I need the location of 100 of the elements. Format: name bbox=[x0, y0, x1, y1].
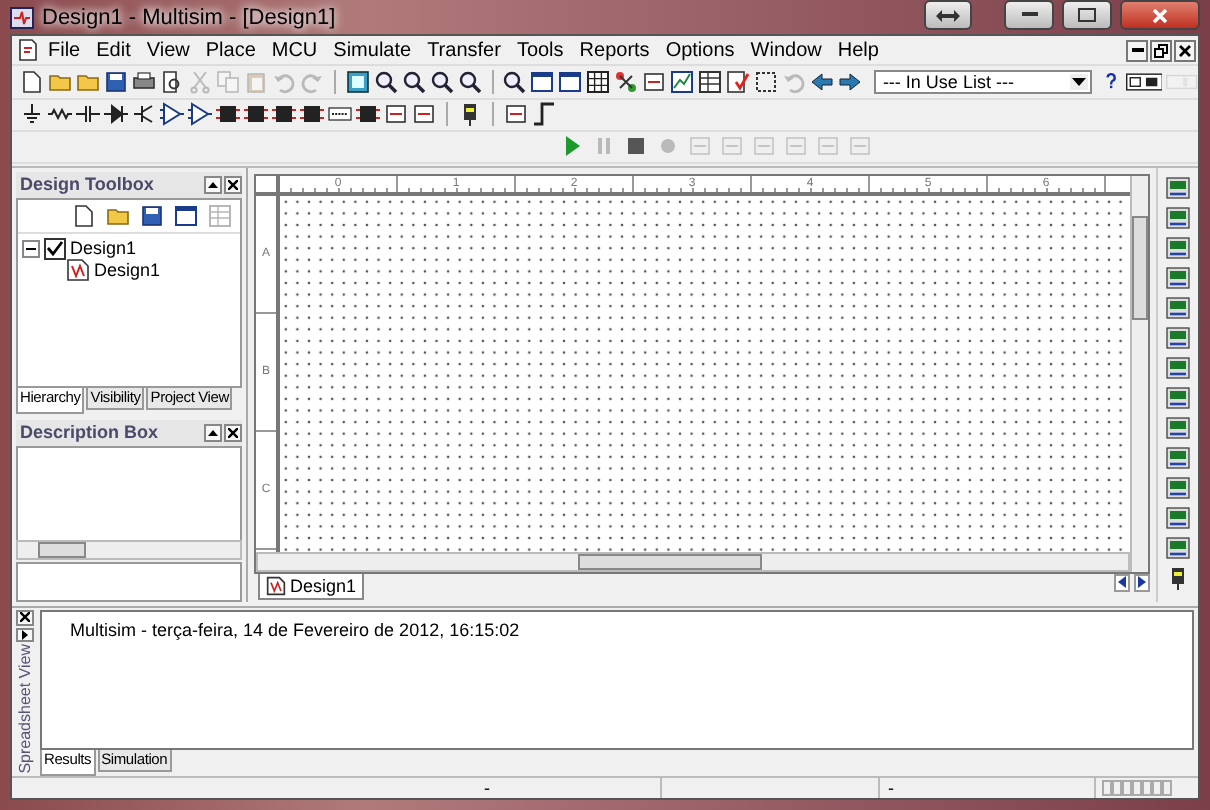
window-icon[interactable] bbox=[530, 69, 555, 94]
instrument-icon[interactable] bbox=[1166, 205, 1190, 230]
transistor-icon[interactable] bbox=[132, 102, 156, 127]
instrument-icon[interactable] bbox=[1166, 355, 1190, 380]
description-field[interactable] bbox=[16, 561, 242, 602]
close-button[interactable] bbox=[1120, 0, 1200, 30]
save-icon[interactable] bbox=[140, 203, 164, 228]
stop-icon[interactable] bbox=[623, 134, 647, 159]
maximize-button[interactable] bbox=[1062, 0, 1112, 30]
panel-title: Design Toolbox bbox=[20, 174, 154, 195]
fullscreen-icon[interactable] bbox=[345, 69, 370, 94]
instrument-icon[interactable] bbox=[1166, 475, 1190, 500]
grid-icon[interactable] bbox=[586, 69, 611, 94]
menu-item[interactable]: Place bbox=[197, 39, 264, 62]
instrument-icon[interactable] bbox=[1166, 175, 1190, 200]
chip-icon[interactable] bbox=[300, 102, 324, 127]
amplifier-icon[interactable] bbox=[188, 102, 212, 127]
amplifier-icon[interactable] bbox=[160, 102, 184, 127]
chip-icon[interactable] bbox=[272, 102, 296, 127]
table-icon[interactable] bbox=[698, 69, 723, 94]
instrument-icon[interactable] bbox=[1166, 325, 1190, 350]
magnifier-icon[interactable] bbox=[457, 69, 482, 94]
caret-icon bbox=[208, 429, 218, 436]
instrument-icon[interactable] bbox=[1166, 535, 1190, 560]
chip-icon[interactable] bbox=[244, 102, 268, 127]
component-icon[interactable] bbox=[384, 102, 408, 127]
probe-icon[interactable] bbox=[1166, 565, 1190, 590]
instrument-icon[interactable] bbox=[1166, 445, 1190, 470]
tree-item[interactable]: Design1 bbox=[94, 260, 161, 281]
menu-item[interactable]: MCU bbox=[263, 39, 326, 62]
tab[interactable]: Design1 bbox=[258, 573, 365, 600]
preview-icon[interactable] bbox=[160, 69, 184, 94]
menu-item[interactable]: Window bbox=[742, 39, 830, 62]
menu-item[interactable]: Tools bbox=[508, 39, 572, 62]
back-arrow-icon[interactable] bbox=[810, 69, 835, 94]
instrument-icon[interactable] bbox=[1166, 265, 1190, 290]
instrument-icon[interactable] bbox=[1166, 235, 1190, 260]
check-icon[interactable] bbox=[726, 69, 751, 94]
component-icon[interactable] bbox=[504, 102, 528, 127]
status-text: - bbox=[484, 777, 490, 798]
document-icon[interactable] bbox=[72, 203, 96, 228]
menu-item[interactable]: Edit bbox=[88, 39, 139, 62]
magnifier-icon[interactable] bbox=[502, 69, 527, 94]
menu-item[interactable]: Reports bbox=[571, 39, 658, 62]
close-button[interactable] bbox=[15, 609, 33, 626]
minimize-button[interactable] bbox=[1126, 39, 1148, 62]
pin-button[interactable] bbox=[15, 627, 33, 643]
menu-item[interactable]: View bbox=[138, 39, 198, 62]
checkbox[interactable] bbox=[44, 237, 66, 260]
document-icon[interactable] bbox=[16, 38, 40, 63]
component-icon[interactable] bbox=[642, 69, 667, 94]
save-icon[interactable] bbox=[104, 69, 128, 94]
folder-icon[interactable] bbox=[48, 69, 72, 94]
probe-icon[interactable] bbox=[458, 102, 482, 127]
close-button[interactable] bbox=[224, 175, 242, 194]
forward-arrow-icon[interactable] bbox=[838, 69, 863, 94]
close-button[interactable] bbox=[224, 423, 242, 442]
resize-button[interactable] bbox=[924, 0, 972, 30]
window-icon[interactable] bbox=[558, 69, 583, 94]
magnifier-icon[interactable] bbox=[429, 69, 454, 94]
component-icon[interactable] bbox=[412, 102, 436, 127]
capacitor-icon[interactable] bbox=[76, 102, 100, 127]
step-icon[interactable] bbox=[532, 102, 556, 127]
ground-icon[interactable] bbox=[20, 102, 44, 127]
menu-item[interactable]: Simulate bbox=[325, 39, 420, 62]
chip-icon[interactable] bbox=[356, 102, 380, 127]
tree-item[interactable]: Design1 bbox=[70, 238, 137, 259]
app-icon bbox=[10, 5, 34, 29]
menu-item[interactable]: Transfer bbox=[419, 39, 509, 62]
instrument-icon[interactable] bbox=[1166, 385, 1190, 410]
graph-icon[interactable] bbox=[670, 69, 695, 94]
document-icon[interactable] bbox=[20, 69, 44, 94]
breadboard-icon[interactable] bbox=[1125, 69, 1163, 94]
vertical-scrollbar[interactable] bbox=[1130, 175, 1148, 572]
horizontal-scrollbar[interactable] bbox=[256, 551, 1130, 572]
text-icon[interactable] bbox=[328, 102, 352, 127]
menu-item[interactable]: Help bbox=[829, 39, 887, 62]
pin-button[interactable] bbox=[204, 423, 222, 442]
printer-icon[interactable] bbox=[132, 69, 156, 94]
instrument-icon[interactable] bbox=[1166, 295, 1190, 320]
chip-icon[interactable] bbox=[216, 102, 240, 127]
pin-button[interactable] bbox=[204, 175, 222, 194]
folder-icon[interactable] bbox=[106, 203, 130, 228]
menu-item[interactable]: Options bbox=[657, 39, 743, 62]
horizontal-scrollbar[interactable] bbox=[16, 539, 242, 560]
menu-item[interactable]: File bbox=[40, 39, 89, 62]
instrument-icon[interactable] bbox=[1166, 505, 1190, 530]
collapse-icon[interactable] bbox=[22, 239, 40, 258]
magnifier-icon[interactable] bbox=[373, 69, 398, 94]
restore-button[interactable] bbox=[1150, 39, 1172, 62]
diode-icon[interactable] bbox=[104, 102, 128, 127]
window-icon[interactable] bbox=[174, 203, 198, 228]
selection-icon[interactable] bbox=[754, 69, 779, 94]
magnifier-icon[interactable] bbox=[401, 69, 426, 94]
in-use-list-dropdown[interactable]: --- In Use List --- bbox=[874, 69, 1092, 94]
close-button[interactable] bbox=[1174, 39, 1196, 62]
network-icon[interactable] bbox=[614, 69, 639, 94]
layout-icon[interactable] bbox=[1166, 71, 1199, 92]
minimize-button[interactable] bbox=[1004, 0, 1054, 30]
instrument-icon[interactable] bbox=[1166, 415, 1190, 440]
